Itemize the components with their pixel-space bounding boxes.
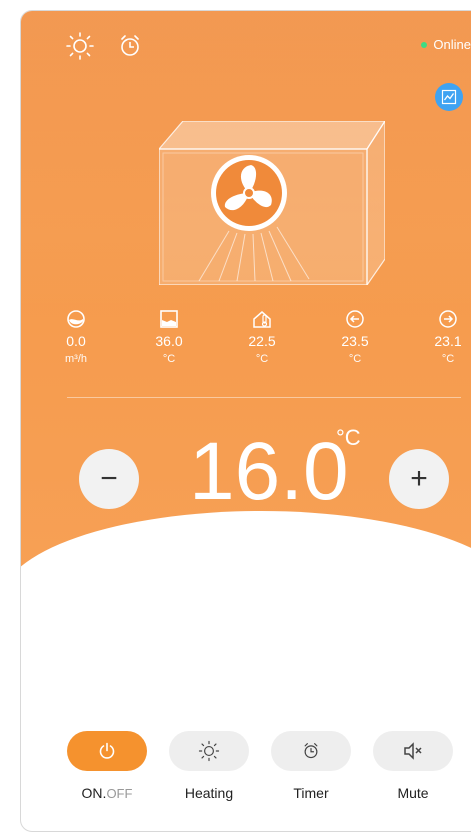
- alarm-clock-icon[interactable]: [115, 31, 145, 61]
- online-status: Online: [421, 37, 471, 52]
- sensor-water-tank: 36.0 °C: [134, 307, 204, 365]
- heating-control[interactable]: Heating: [166, 731, 252, 801]
- power-icon: [99, 742, 115, 759]
- chart-button[interactable]: [435, 83, 463, 111]
- status-dot: [421, 41, 428, 48]
- app-frame: Online 0.0 m³/h 36.0 °C 22.5 °C 23.5 °C …: [20, 10, 471, 832]
- indoor-temp-icon: [227, 307, 297, 331]
- sensor-value: 36.0: [155, 333, 183, 349]
- timer-button[interactable]: [271, 731, 351, 771]
- sensor-unit: m³/h: [65, 353, 87, 365]
- heating-label: Heating: [184, 785, 234, 801]
- decrease-temp-button[interactable]: −: [79, 449, 139, 509]
- sun-icon: [198, 740, 220, 762]
- ac-unit-illustration: [157, 118, 387, 287]
- sensor-airflow: 0.0 m³/h: [41, 307, 111, 365]
- sensor-value: 23.5: [341, 333, 369, 349]
- power-on-text: ON: [81, 785, 103, 801]
- sensor-value: 22.5: [248, 333, 276, 349]
- water-tank-icon: [134, 307, 204, 331]
- inlet-icon: [320, 307, 390, 331]
- heating-button[interactable]: [169, 731, 249, 771]
- sensor-indoor-temp: 22.5 °C: [227, 307, 297, 365]
- sensor-value: 0.0: [66, 333, 86, 349]
- increase-temp-button[interactable]: +: [389, 449, 449, 509]
- alarm-clock-icon: [304, 743, 318, 759]
- power-button[interactable]: [67, 731, 147, 771]
- target-temp-label: Target Temp: [204, 517, 288, 534]
- mute-control[interactable]: Mute: [370, 731, 456, 801]
- sensor-value: 23.1: [434, 333, 462, 349]
- status-label: Online: [433, 37, 471, 52]
- outlet-icon: [413, 307, 471, 331]
- power-control[interactable]: ON.OFF: [64, 731, 150, 801]
- hero-panel: Online 0.0 m³/h 36.0 °C 22.5 °C 23.5 °C …: [21, 11, 471, 571]
- sensor-unit: °C: [255, 353, 269, 365]
- power-off-text: OFF: [106, 786, 133, 801]
- sensor-inlet: 23.5 °C: [320, 307, 390, 365]
- sensor-unit: °C: [441, 353, 455, 365]
- divider: [67, 397, 461, 398]
- line-chart-icon: [441, 89, 457, 105]
- airflow-icon: [41, 307, 111, 331]
- mute-button[interactable]: [373, 731, 453, 771]
- power-label: ON.OFF: [64, 785, 150, 801]
- mute-speaker-icon: [404, 742, 422, 760]
- sensor-unit: °C: [348, 353, 362, 365]
- fan-icon: [211, 155, 287, 231]
- target-temp-unit: °C: [336, 425, 361, 450]
- sun-icon[interactable]: [65, 31, 95, 61]
- sensor-outlet: 23.1 °C: [413, 307, 471, 365]
- target-temp-value: 16.0: [189, 426, 349, 517]
- timer-control[interactable]: Timer: [268, 731, 354, 801]
- timer-label: Timer: [293, 785, 329, 801]
- sensor-unit: °C: [162, 353, 176, 365]
- sensor-row: 0.0 m³/h 36.0 °C 22.5 °C 23.5 °C 23.1 °C: [41, 307, 471, 365]
- mute-label: Mute: [397, 785, 429, 801]
